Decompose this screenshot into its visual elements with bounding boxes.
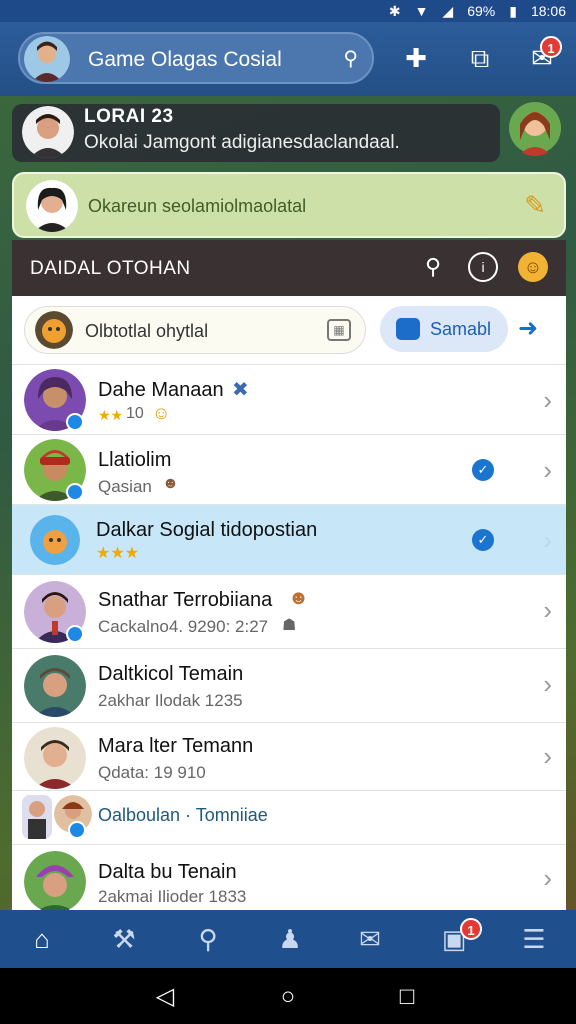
- contact-name: Dahe Manaan: [98, 379, 224, 401]
- messages-badge: 1: [460, 918, 482, 940]
- contact-name: Daltkicol Temain: [98, 663, 244, 685]
- character-icon: ☻: [162, 475, 179, 492]
- edit-icon[interactable]: ✎: [524, 190, 546, 221]
- filter-input[interactable]: Olbtotlal ohytlal ▦: [24, 306, 366, 354]
- home-icon[interactable]: ⌂: [22, 922, 62, 956]
- contact-list-panel: Olbtotlal ohytlal ▦ Samabl ➜ Dahe Manaan…: [12, 296, 566, 910]
- search-button[interactable]: Samabl: [380, 306, 508, 352]
- contact-name: Llatiolim: [98, 449, 172, 471]
- battery-icon: ▮: [509, 2, 517, 19]
- chevron-right-icon: ›: [543, 669, 552, 699]
- group-row[interactable]: Oalboulan · Tomniiae: [12, 790, 566, 844]
- share-icon[interactable]: ⧉: [462, 40, 498, 76]
- contact-sub: Qdata: 19 910: [98, 763, 206, 782]
- status-badge: [66, 483, 84, 501]
- section-title: DAIDAL OTOHAN: [30, 258, 191, 279]
- banner-title: LORAI 23: [84, 106, 174, 127]
- status-bar: ✱ ▼ ◢ 69% ▮ 18:06: [0, 0, 576, 22]
- camera-icon: [396, 318, 420, 340]
- battery-level: 69%: [467, 3, 496, 19]
- contact-sub: 2akhar Ilodak 1235: [98, 691, 243, 710]
- menu-icon[interactable]: ☰: [514, 922, 554, 956]
- chevron-right-icon: ›: [543, 385, 552, 415]
- add-friend-icon[interactable]: ✚: [398, 40, 434, 76]
- search-icon[interactable]: ⚲: [343, 46, 358, 71]
- signal-icon: ◢: [442, 2, 454, 19]
- notification-badge: 1: [540, 36, 562, 58]
- bottom-nav: ⌂ ⚒ ⚲ ♟ ✉ ▣ 1 ☰: [0, 910, 576, 968]
- contact-row[interactable]: Snathar Terrobiiana ☻ Cackalno4. 9290: 2…: [12, 574, 566, 648]
- contact-row[interactable]: Dalta bu Tenain 2akmai Ilioder 1833 ›: [12, 844, 566, 910]
- chevron-right-icon: ›: [543, 595, 552, 625]
- group-avatar-1: [22, 795, 52, 839]
- filter-text: Olbtotlal ohytlal: [85, 321, 209, 341]
- contact-row-selected[interactable]: Dalkar Sogial tidopostian ★★★ ✓ ›: [12, 504, 566, 574]
- info-icon[interactable]: i: [468, 252, 498, 282]
- contact-avatar: [24, 851, 86, 910]
- banner-text: Okolai Jamgont adigianesdaclandaal.: [84, 132, 400, 153]
- chevron-right-icon: ›: [543, 863, 552, 893]
- status-badge: [66, 413, 84, 431]
- event-banner[interactable]: LORAI 23 Okolai Jamgont adigianesdacland…: [12, 104, 500, 162]
- compose-placeholder: Okareun seolamiolmaolatal: [88, 196, 307, 216]
- tools-icon: ✖: [232, 379, 249, 401]
- search-bar[interactable]: Game Olagas Cosial ⚲: [18, 32, 374, 84]
- clock: 18:06: [530, 3, 566, 19]
- contact-name: Snathar Terrobiiana: [98, 589, 273, 611]
- contact-name: Dalta bu Tenain: [98, 861, 237, 883]
- filter-row: Olbtotlal ohytlal ▦ Samabl ➜: [12, 296, 566, 364]
- system-nav-bar: ◁ ○ □: [0, 968, 576, 1024]
- search-button-label: Samabl: [430, 319, 492, 339]
- contact-sub: 2akmai Ilioder 1833: [98, 887, 247, 906]
- app-title: Game Olagas Cosial: [88, 48, 282, 71]
- home-circle-icon[interactable]: ○: [273, 982, 303, 1012]
- app-header: Game Olagas Cosial ⚲ ✚ ⧉ ✉ 1: [0, 22, 576, 96]
- status-badge: [66, 625, 84, 643]
- compose-bar[interactable]: Okareun seolamiolmaolatal ✎: [12, 172, 566, 238]
- robot-icon: ☗: [282, 617, 297, 634]
- bluetooth-icon: ✱: [388, 2, 401, 19]
- filter-avatar: [35, 311, 73, 349]
- stars-icon: ★★: [98, 407, 124, 423]
- back-icon[interactable]: ◁: [150, 982, 180, 1012]
- profile-icon[interactable]: ♟: [270, 922, 310, 956]
- banner-avatar: [22, 106, 74, 158]
- search-icon[interactable]: ⚲: [188, 922, 228, 956]
- banner-side-avatar[interactable]: [508, 100, 562, 156]
- stars-icon: ★★★: [96, 545, 140, 562]
- verified-icon: ✓: [472, 459, 494, 481]
- group-name: Oalboulan · Tomniiae: [98, 805, 268, 825]
- wifi-icon: ▼: [414, 3, 429, 19]
- calendar-icon[interactable]: ▦: [327, 319, 351, 341]
- contact-name: Dalkar Sogial tidopostian: [96, 519, 318, 541]
- contact-row[interactable]: Daltkicol Temain 2akhar Ilodak 1235 ›: [12, 648, 566, 722]
- verified-icon: ✓: [472, 529, 494, 551]
- smile-icon: ☺: [152, 403, 171, 423]
- contact-row[interactable]: Mara lter Temann Qdata: 19 910 ›: [12, 722, 566, 790]
- emoji-icon[interactable]: ☺: [518, 252, 548, 282]
- contact-sub: 10: [126, 405, 144, 422]
- chevron-right-icon: ›: [543, 525, 552, 555]
- status-badge: [68, 821, 86, 839]
- forward-arrow-icon[interactable]: ➜: [518, 314, 538, 343]
- contact-avatar: [30, 515, 80, 565]
- search-icon[interactable]: ⚲: [418, 252, 448, 282]
- compose-avatar: [26, 180, 78, 232]
- profile-avatar[interactable]: [24, 36, 70, 82]
- mail-icon[interactable]: ✉: [350, 922, 390, 956]
- contact-name: Mara lter Temann: [98, 735, 254, 757]
- section-header: DAIDAL OTOHAN ⚲ i ☺: [12, 240, 566, 296]
- contact-avatar: [24, 655, 86, 717]
- character-icon: ☻: [288, 587, 310, 609]
- contact-avatar: [24, 727, 86, 789]
- contact-sub: Cackalno4. 9290: 2:27: [98, 617, 269, 636]
- chevron-right-icon: ›: [543, 741, 552, 771]
- contact-row[interactable]: Llatiolim Qasian ☻ ✓ ›: [12, 434, 566, 504]
- tools-icon[interactable]: ⚒: [104, 922, 144, 956]
- recents-icon[interactable]: □: [392, 982, 422, 1012]
- chevron-right-icon: ›: [543, 455, 552, 485]
- contact-row[interactable]: Dahe Manaan ✖ ★★ 10 ☺ ›: [12, 364, 566, 434]
- contact-sub: Qasian: [98, 477, 152, 496]
